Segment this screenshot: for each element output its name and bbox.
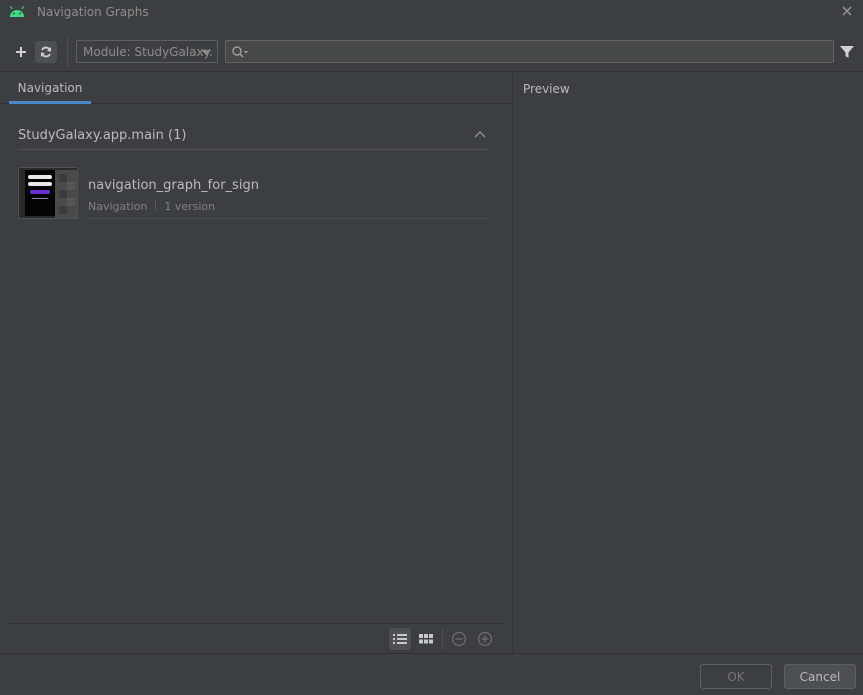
module-select-value: Module: StudyGalaxy. [83, 44, 213, 59]
refresh-icon [41, 46, 51, 58]
group-title: StudyGalaxy.app.main (1) [18, 128, 187, 143]
meta-separator [155, 200, 157, 211]
list-view-button[interactable] [389, 628, 411, 650]
module-select[interactable]: Module: StudyGalaxy. [76, 40, 218, 63]
group-header[interactable]: StudyGalaxy.app.main (1) [18, 122, 488, 150]
android-icon [9, 6, 25, 17]
row-divider [88, 218, 488, 219]
preview-pane: Preview [513, 72, 863, 653]
tab-navigation[interactable]: Navigation [9, 72, 91, 104]
view-options-bar [9, 623, 503, 653]
refresh-button[interactable] [35, 41, 57, 63]
tab-bar: Navigation [0, 72, 512, 104]
footer-divider [0, 653, 863, 654]
zoom-out-button[interactable] [448, 628, 470, 650]
resource-name: navigation_graph_for_sign [88, 178, 259, 193]
grid-view-icon [419, 634, 433, 644]
search-box[interactable] [225, 40, 834, 63]
preview-label: Preview [523, 82, 570, 96]
plus-icon [16, 47, 26, 57]
zoom-out-icon [451, 631, 467, 647]
search-icon [232, 46, 248, 58]
chevron-up-icon[interactable] [474, 129, 486, 139]
cancel-button[interactable]: Cancel [784, 664, 856, 689]
resource-thumbnail [18, 167, 78, 219]
resource-list-pane: Navigation StudyGalaxy.app.main (1) navi… [0, 72, 512, 653]
list-item[interactable]: navigation_graph_for_sign Navigation 1 ve… [18, 167, 488, 219]
window-title: Navigation Graphs [37, 5, 149, 19]
title-bar: Navigation Graphs [0, 0, 863, 24]
grid-view-button[interactable] [415, 628, 437, 650]
chevron-down-icon [201, 50, 211, 55]
zoom-in-icon [477, 631, 493, 647]
tab-selected-indicator [9, 101, 91, 104]
tab-label: Navigation [17, 81, 83, 95]
resource-versions: 1 version [164, 200, 216, 213]
toolbar: Module: StudyGalaxy. [0, 36, 863, 68]
zoom-in-button[interactable] [474, 628, 496, 650]
resource-type: Navigation [88, 200, 148, 213]
list-view-icon [393, 634, 407, 644]
filter-icon[interactable] [839, 44, 855, 60]
ok-button[interactable]: OK [700, 664, 772, 689]
toolbar-separator [67, 38, 68, 66]
navigation-graph-preview-icon [19, 168, 77, 218]
view-options-separator [442, 629, 443, 649]
add-button[interactable] [10, 41, 32, 63]
search-input[interactable] [252, 43, 827, 60]
close-icon[interactable] [840, 4, 854, 18]
resource-meta: Navigation 1 version [88, 200, 215, 213]
